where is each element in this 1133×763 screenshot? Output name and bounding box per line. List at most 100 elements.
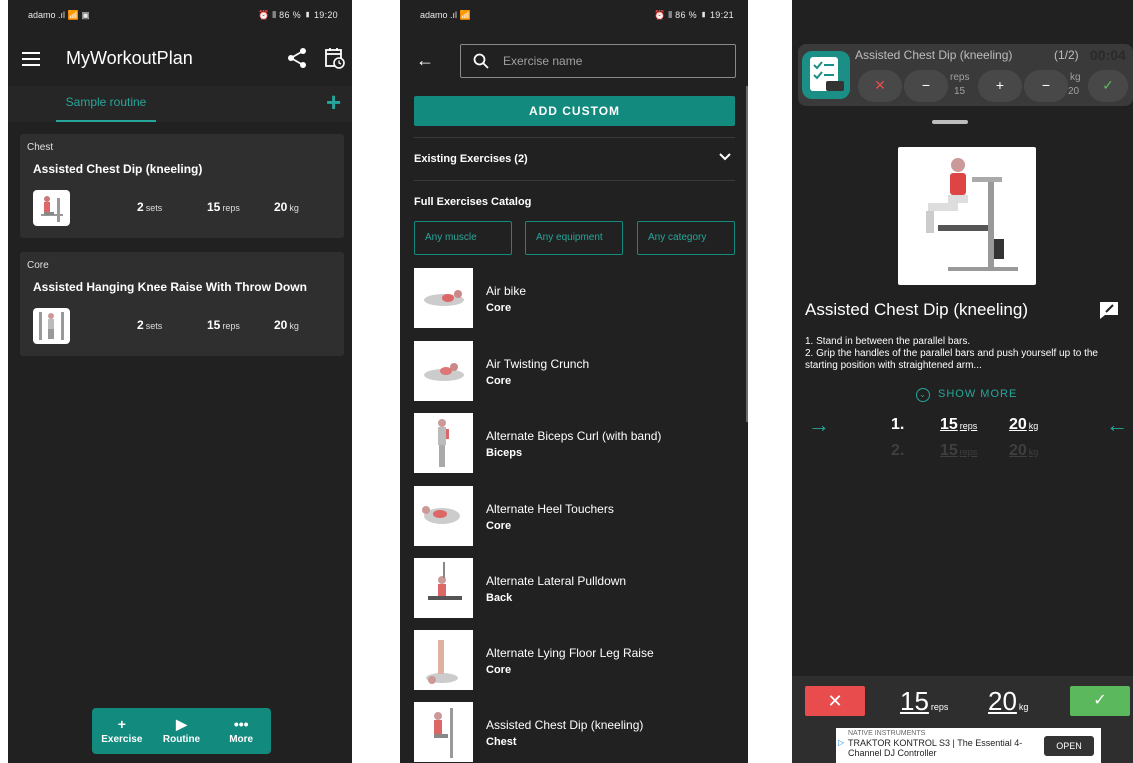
kg-value: 20	[1009, 442, 1027, 459]
add-routine-button[interactable]: +	[326, 88, 341, 116]
fab-label: More	[229, 734, 254, 745]
search-input[interactable]: Exercise name	[460, 44, 736, 78]
add-custom-button[interactable]: ADD CUSTOM	[414, 96, 735, 126]
list-item[interactable]: Air Twisting Crunch Core	[414, 341, 734, 401]
status-right: ⏰ ⫴ 86 % ▮ 19:20	[257, 9, 338, 20]
set-number: 1.	[891, 416, 905, 433]
scrollbar[interactable]	[746, 86, 748, 422]
edit-note-icon[interactable]	[1098, 300, 1120, 320]
reps-input[interactable]: 15 reps	[900, 686, 948, 717]
reps-value: 15	[900, 686, 929, 716]
equipment-filter[interactable]: Any equipment	[525, 221, 623, 255]
timer: 00:04	[1090, 47, 1126, 63]
list-item[interactable]: Alternate Biceps Curl (with band) Biceps	[414, 413, 734, 473]
start-routine-button[interactable]: ▶ Routine	[152, 708, 212, 754]
divider	[414, 180, 735, 181]
ad-choices-icon[interactable]: ▷	[838, 738, 844, 747]
set-reps[interactable]: 15 reps	[940, 416, 977, 434]
sets-count: 2 sets	[137, 318, 162, 332]
instruction-step: 2. Grip the handles of the parallel bars…	[805, 348, 1098, 371]
divider	[414, 137, 735, 138]
exercise-category: Biceps	[486, 447, 523, 459]
notification-title: Assisted Chest Dip (kneeling)	[855, 48, 1013, 62]
reps-unit: reps	[222, 321, 240, 331]
cancel-set-button[interactable]: ✕	[858, 70, 902, 102]
confirm-set-button[interactable]: ✓	[1088, 70, 1128, 102]
kg-input[interactable]: 20 kg	[988, 686, 1028, 717]
set-row[interactable]: 2. 15 reps 20 kg	[792, 442, 1133, 464]
add-exercise-button[interactable]: + Exercise	[92, 708, 152, 754]
muscle-filter[interactable]: Any muscle	[414, 221, 512, 255]
play-icon: ▶	[176, 716, 187, 732]
kg-value: 20	[274, 318, 288, 332]
reps-value: 15	[207, 318, 221, 332]
exercise-thumbnail	[414, 486, 473, 546]
exercise-name: Alternate Lying Floor Leg Raise	[486, 646, 654, 660]
share-icon[interactable]	[286, 46, 308, 70]
category-filter[interactable]: Any category	[637, 221, 735, 255]
kg-unit: kg	[289, 321, 299, 331]
exercise-name: Assisted Chest Dip (kneeling)	[486, 718, 644, 732]
workout-notification[interactable]: Assisted Chest Dip (kneeling) (1/2) 00:0…	[798, 44, 1133, 106]
kg-value: 20	[988, 686, 1017, 716]
calendar-clock-icon[interactable]	[324, 46, 346, 70]
list-item[interactable]: Assisted Chest Dip (kneeling) Chest	[414, 702, 734, 762]
set-number: 2.	[891, 442, 905, 459]
exercise-thumbnail	[414, 413, 473, 473]
cancel-button[interactable]: ✕	[805, 686, 865, 716]
routine-tabs: Sample routine +	[8, 86, 352, 122]
back-arrow-icon[interactable]: ←	[416, 50, 434, 71]
list-item[interactable]: Alternate Heel Touchers Core	[414, 486, 734, 546]
list-item[interactable]: Alternate Lateral Pulldown Back	[414, 558, 734, 618]
tab-sample-routine[interactable]: Sample routine	[56, 86, 156, 122]
search-icon	[473, 53, 489, 69]
kg-minus-button[interactable]: −	[1024, 70, 1068, 102]
exercise-name: Air bike	[486, 284, 527, 298]
reps-plus-button[interactable]: +	[978, 70, 1022, 102]
list-item[interactable]: Alternate Lying Floor Leg Raise Core	[414, 630, 734, 690]
reps-value: 15	[940, 416, 958, 433]
set-weight[interactable]: 20 kg	[1009, 442, 1038, 460]
exercise-category: Core	[486, 302, 512, 314]
show-more-button[interactable]: ⌄ SHOW MORE	[916, 388, 1017, 402]
list-item[interactable]: Air bike Core	[414, 268, 734, 328]
app-bar: MyWorkoutPlan	[8, 30, 352, 90]
sets-unit: sets	[145, 321, 163, 331]
ad-brand: NATIVE INSTRUMENTS	[848, 730, 926, 737]
set-row[interactable]: 1. 15 reps 20 kg	[792, 416, 1133, 438]
set-reps[interactable]: 15 reps	[940, 442, 977, 460]
exercise-card[interactable]: Chest Assisted Chest Dip (kneeling) 2 set…	[20, 134, 344, 238]
drag-handle[interactable]	[932, 120, 968, 124]
kg-value: 20	[1009, 416, 1027, 433]
kg-unit: kg	[1028, 421, 1039, 431]
reps-count: 15 reps	[207, 200, 240, 214]
chevron-down-icon[interactable]	[718, 152, 732, 162]
existing-exercises-header[interactable]: Existing Exercises (2)	[414, 153, 528, 165]
exercise-name: Alternate Lateral Pulldown	[486, 574, 627, 588]
exercise-illustration	[898, 147, 1036, 285]
more-button[interactable]: ••• More	[211, 708, 271, 754]
kg-unit: kg	[1028, 447, 1039, 457]
exercise-card[interactable]: Core Assisted Hanging Knee Raise With Th…	[20, 252, 344, 356]
sets-value: 2	[137, 318, 144, 332]
set-weight[interactable]: 20 kg	[1009, 416, 1038, 434]
kg-label: kg	[1070, 72, 1081, 83]
exercise-name: Alternate Biceps Curl (with band)	[486, 429, 662, 443]
more-dots-icon: •••	[233, 716, 249, 732]
reps-unit: reps	[930, 702, 949, 712]
reps-unit: reps	[959, 421, 978, 431]
exercise-thumbnail	[414, 341, 473, 401]
hamburger-menu-icon[interactable]	[22, 52, 40, 66]
card-exercise-name: Assisted Hanging Knee Raise With Throw D…	[33, 280, 307, 294]
action-bar: + Exercise ▶ Routine ••• More	[92, 708, 271, 754]
ad-banner[interactable]: ▷ NATIVE INSTRUMENTS TRAKTOR KONTROL S3 …	[836, 728, 1101, 763]
reps-count: 15 reps	[207, 318, 240, 332]
app-logo-icon	[802, 51, 850, 99]
status-right: ⏰ ⫴ 86 % ▮ 19:21	[653, 9, 734, 20]
reps-minus-button[interactable]: −	[904, 70, 948, 102]
confirm-button[interactable]: ✓	[1070, 686, 1130, 716]
status-bar: adamo .ıl 📶 ⏰ ⫴ 86 % ▮ 19:21	[400, 0, 748, 30]
exercise-name: Air Twisting Crunch	[486, 357, 590, 371]
ad-open-button[interactable]: OPEN	[1044, 736, 1094, 756]
reps-label: reps	[950, 72, 970, 83]
